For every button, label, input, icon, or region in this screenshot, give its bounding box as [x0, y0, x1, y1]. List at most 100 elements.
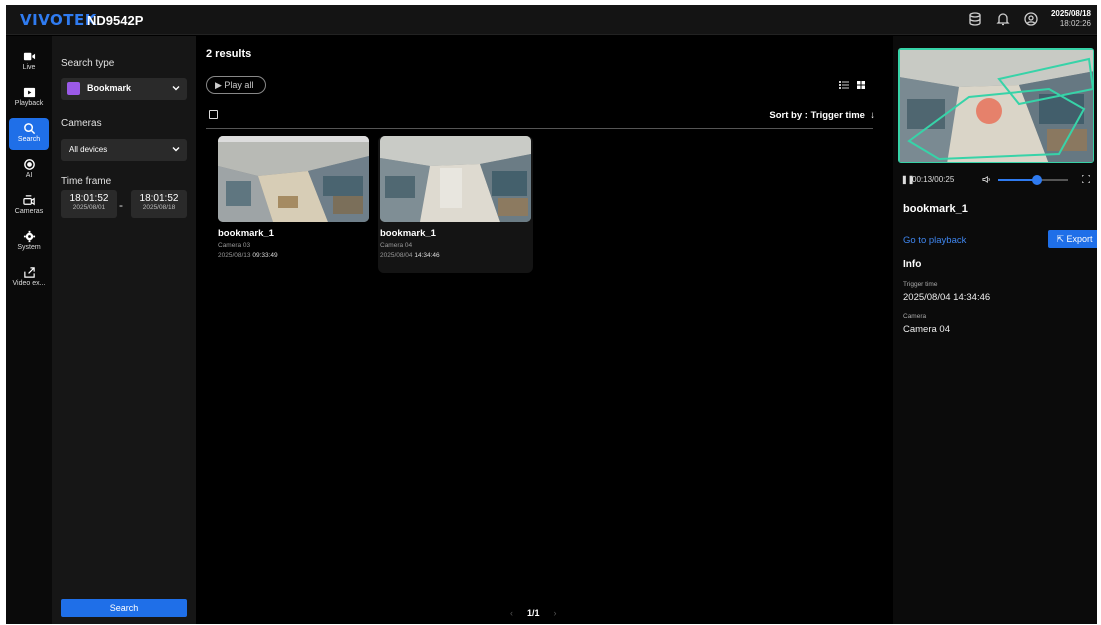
divider	[206, 128, 873, 129]
export-label: Export	[1066, 234, 1093, 244]
user-icon[interactable]	[1023, 11, 1039, 27]
page-indicator: 1/1	[527, 608, 540, 618]
export-button[interactable]: ⇱ Export	[1048, 230, 1097, 248]
top-icons	[967, 11, 1039, 27]
end-time: 18:01:52	[139, 193, 179, 204]
select-all-checkbox[interactable]	[209, 110, 218, 119]
main-nav: Live Playback Search AI Cameras System V…	[6, 36, 52, 624]
detail-panel: ❚❚ 00:13/00:25 bookmark_1 Go to playback…	[893, 36, 1097, 624]
results-area: 2 results ▶ Play all Sort by : Trigger t…	[196, 36, 893, 624]
search-icon	[23, 123, 35, 135]
arrow-down-icon: ↓	[867, 110, 875, 121]
prev-page-icon[interactable]: ‹	[510, 608, 513, 618]
nav-item-playback[interactable]: Playback	[9, 82, 49, 114]
time-frame-label: Time frame	[61, 176, 112, 187]
volume-icon[interactable]	[982, 175, 991, 184]
nav-item-video-export[interactable]: Video ex...	[9, 262, 49, 294]
nav-label-video-export: Video ex...	[12, 280, 46, 287]
sort-label: Sort by : Trigger time	[769, 110, 865, 121]
search-panel: Search type Bookmark Cameras All devices…	[52, 36, 196, 624]
playback-time: 00:13/00:25	[912, 175, 955, 184]
volume-knob[interactable]	[1031, 175, 1042, 185]
play-icon: ▶	[215, 80, 225, 90]
camera-label: Camera	[903, 313, 927, 320]
next-page-icon[interactable]: ›	[554, 608, 557, 618]
start-time-field[interactable]: 18:01:52 2025/08/01	[61, 190, 117, 218]
nav-label-cameras: Cameras	[14, 208, 44, 215]
nav-item-ai[interactable]: AI	[9, 154, 49, 186]
info-heading: Info	[903, 259, 922, 270]
card-timestamp: 2025/08/13 09:33:49	[218, 252, 278, 259]
list-view-icon[interactable]	[839, 80, 849, 90]
time-separator: -	[119, 198, 123, 212]
card-camera: Camera 03	[218, 242, 251, 249]
result-card[interactable]: bookmark_1 Camera 04 2025/08/04 14:34:46	[378, 136, 533, 273]
volume-fill	[998, 179, 1037, 181]
camera-value: Camera 04	[903, 324, 950, 335]
search-type-select[interactable]: Bookmark	[61, 78, 187, 100]
cameras-value: All devices	[69, 145, 108, 154]
live-camera-icon	[23, 52, 35, 61]
brand-logo: VIVOTEK	[20, 11, 97, 29]
nav-label-ai: AI	[25, 172, 33, 179]
nav-item-live[interactable]: Live	[9, 46, 49, 78]
card-time: 09:33:49	[252, 252, 278, 259]
app-window: VIVOTEK ND9542P 2025/08/18 18:02:26 Live…	[6, 5, 1097, 624]
end-date: 2025/08/18	[142, 204, 176, 211]
search-type-value: Bookmark	[87, 83, 132, 93]
thumbnail	[380, 136, 531, 222]
export-icon: ⇱	[1056, 234, 1067, 244]
fullscreen-icon[interactable]	[1082, 175, 1090, 183]
ai-icon	[23, 159, 35, 170]
gear-icon	[23, 230, 35, 243]
clock-time: 18:02:26	[1059, 19, 1091, 28]
card-time: 14:34:46	[414, 252, 440, 259]
nav-label-system: System	[17, 244, 41, 251]
go-to-playback-link[interactable]: Go to playback	[903, 235, 966, 246]
device-model: ND9542P	[87, 13, 144, 28]
volume-slider[interactable]	[998, 175, 1068, 185]
chevron-down-icon	[172, 147, 180, 152]
clock-date: 2025/08/18	[1050, 9, 1091, 18]
nav-item-system[interactable]: System	[9, 226, 49, 258]
grid-view-icon[interactable]	[856, 80, 866, 90]
search-type-label: Search type	[61, 58, 115, 69]
card-title: bookmark_1	[380, 228, 436, 239]
search-button[interactable]: Search	[61, 599, 187, 617]
nav-item-search[interactable]: Search	[9, 118, 49, 150]
card-title: bookmark_1	[218, 228, 274, 239]
cameras-select[interactable]: All devices	[61, 139, 187, 161]
nav-item-cameras[interactable]: Cameras	[9, 190, 49, 222]
end-time-field[interactable]: 18:01:52 2025/08/18	[131, 190, 187, 218]
results-count: 2 results	[206, 48, 252, 60]
nav-label-live: Live	[22, 64, 36, 71]
trigger-time-label: Trigger time	[903, 281, 938, 288]
video-export-icon	[23, 267, 35, 278]
result-card[interactable]: bookmark_1 Camera 03 2025/08/13 09:33:49	[216, 136, 371, 273]
card-date: 2025/08/13	[218, 252, 251, 259]
play-all-button[interactable]: ▶ Play all	[206, 76, 266, 94]
start-time: 18:01:52	[69, 193, 109, 204]
card-camera: Camera 04	[380, 242, 413, 249]
video-player[interactable]	[898, 48, 1094, 163]
trigger-time-value: 2025/08/04 14:34:46	[903, 292, 991, 303]
cameras-label: Cameras	[61, 118, 102, 129]
cameras-icon	[22, 195, 35, 206]
nav-label-playback: Playback	[14, 100, 44, 107]
play-all-label: Play all	[224, 80, 254, 90]
top-bar: VIVOTEK ND9542P 2025/08/18 18:02:26	[6, 5, 1097, 35]
bookmark-icon	[67, 82, 80, 95]
chevron-down-icon	[172, 86, 180, 91]
clock: 2025/08/18 18:02:26	[1051, 9, 1091, 29]
storage-icon[interactable]	[967, 11, 983, 27]
bell-icon[interactable]	[995, 11, 1011, 27]
card-timestamp: 2025/08/04 14:34:46	[380, 252, 440, 259]
card-date: 2025/08/04	[380, 252, 413, 259]
thumbnail	[218, 136, 369, 222]
sort-control[interactable]: Sort by : Trigger time ↓	[769, 110, 875, 121]
start-date: 2025/08/01	[72, 204, 106, 211]
nav-label-search: Search	[17, 136, 41, 143]
video-controls: ❚❚ 00:13/00:25	[898, 173, 1094, 187]
playback-icon	[23, 87, 35, 98]
detail-title: bookmark_1	[903, 203, 968, 215]
